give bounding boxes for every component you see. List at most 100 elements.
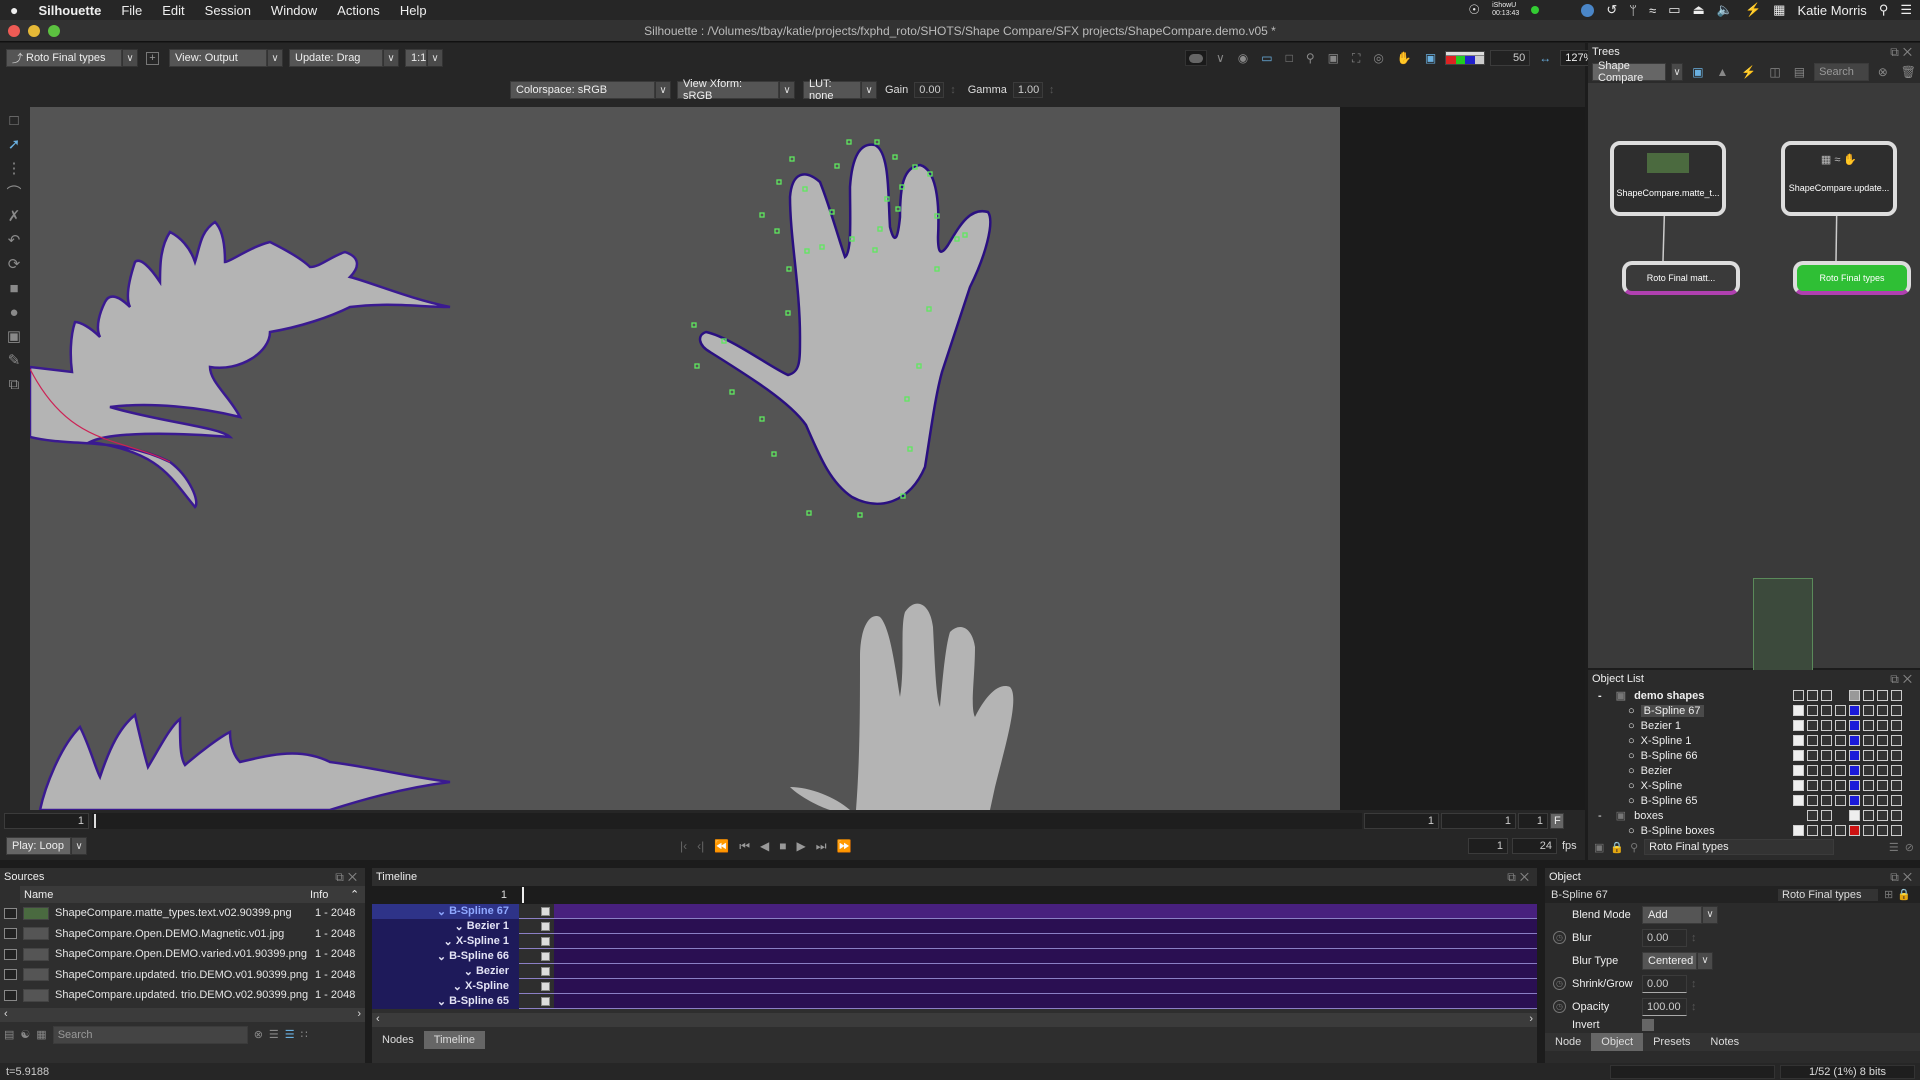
tree-node-source[interactable]: ShapeCompare.matte_t... — [1610, 141, 1726, 216]
object-row[interactable]: ○ B-Spline boxes — [1588, 823, 1920, 838]
add-node-button[interactable]: + — [146, 51, 159, 65]
battery-icon[interactable]: ⚡ — [1745, 2, 1761, 18]
timeline-playhead[interactable] — [522, 887, 524, 903]
invert-checkbox[interactable] — [1642, 1019, 1654, 1031]
go-to-start-icon[interactable]: ⏪ — [714, 839, 729, 854]
ellipse-tool-icon[interactable]: ● — [3, 301, 25, 323]
viewer-canvas[interactable] — [30, 107, 1340, 810]
add-layer-icon[interactable]: ▣ — [1594, 841, 1604, 854]
animate-clock-icon[interactable]: ◷ — [1553, 977, 1566, 990]
layers-tool-icon[interactable]: ⧉ — [3, 373, 25, 395]
object-row[interactable]: ○ X-Spline — [1588, 778, 1920, 793]
add-object-icon[interactable]: ☰ — [1889, 841, 1899, 854]
panel-float-close-icon[interactable]: ⧉✕ — [1890, 672, 1916, 687]
disable-icon[interactable]: ⊘ — [1905, 841, 1914, 854]
menu-help[interactable]: Help — [390, 3, 437, 18]
eject-icon[interactable]: ⏏ — [1692, 2, 1704, 18]
step-forward-icon[interactable]: ⏭ — [816, 839, 827, 854]
clip-edit-tool-icon[interactable]: ✎ — [3, 349, 25, 371]
menu-window[interactable]: Window — [261, 3, 327, 18]
region-tool-icon[interactable]: ▣ — [3, 325, 25, 347]
collapse-icon[interactable]: - — [1598, 810, 1602, 822]
update-dropdown[interactable]: Update: Drag — [289, 49, 383, 67]
range-length-field[interactable]: 1 — [1518, 813, 1548, 829]
frame-mode-button[interactable]: F — [1550, 813, 1564, 829]
lut-dropdown[interactable]: LUT: none — [803, 78, 861, 102]
shrink-grow-stepper-icon[interactable]: ↕ — [1691, 978, 1697, 990]
animate-clock-icon[interactable]: ◷ — [1553, 931, 1566, 944]
blur-stepper-icon[interactable]: ↕ — [1691, 932, 1697, 944]
panel-float-close-icon[interactable]: ⧉✕ — [1507, 870, 1533, 885]
reshape-tool-icon[interactable]: ⋮ — [3, 157, 25, 179]
creative-cloud-icon[interactable]: ☉ — [1468, 2, 1480, 18]
spotlight-icon[interactable]: ⚲ — [1879, 2, 1889, 18]
blend-mode-chevron-icon[interactable]: ∨ — [1702, 905, 1718, 924]
play-backward-icon[interactable]: ◀ — [760, 839, 769, 854]
rectangle-tool-icon[interactable]: ■ — [3, 277, 25, 299]
object-node-field[interactable]: Roto Final types — [1778, 888, 1878, 901]
scroll-right-icon[interactable]: › — [1529, 1013, 1533, 1027]
lightning-icon[interactable]: ⚡ — [1741, 65, 1756, 79]
object-row-selected[interactable]: ○ B-Spline 67 — [1588, 703, 1920, 718]
step-back-icon[interactable]: ⏮ — [739, 839, 750, 854]
object-attribute-icons[interactable] — [1793, 750, 1902, 761]
link-icon[interactable]: ☯ — [20, 1028, 30, 1041]
object-attribute-icons[interactable] — [1793, 780, 1902, 791]
timeline-row[interactable]: ⌄ B-Spline 65 — [372, 993, 1537, 1009]
timeline-row[interactable]: ⌄ X-Spline — [372, 978, 1537, 994]
transform-tool-icon[interactable]: □ — [3, 109, 25, 131]
tree-select-dropdown[interactable]: Shape Compare — [1592, 60, 1666, 84]
user-name[interactable]: Katie Morris — [1797, 3, 1866, 18]
opacity-stepper-icon[interactable]: ↕ — [1691, 1001, 1697, 1013]
object-name-field[interactable]: B-Spline 67 — [1545, 889, 1778, 901]
bspline-tool-icon[interactable]: ⌒ — [3, 181, 25, 203]
clear-search-icon[interactable]: ⊗ — [1878, 65, 1888, 79]
source-checkbox[interactable] — [4, 928, 17, 940]
save-icon[interactable]: ▤ — [1794, 65, 1805, 79]
folder-icon[interactable]: ◫ — [1769, 65, 1780, 79]
lock-icon[interactable]: 🔒 — [1610, 841, 1624, 854]
object-attribute-icons[interactable] — [1793, 735, 1902, 746]
step-field[interactable]: 1 — [1468, 838, 1508, 854]
object-row[interactable]: ○ B-Spline 66 — [1588, 748, 1920, 763]
tree-node-source[interactable]: ▦ ≈ ✋ ShapeCompare.update... — [1781, 141, 1897, 216]
menu-file[interactable]: File — [111, 3, 152, 18]
node-graph[interactable]: ShapeCompare.matte_t... ▦ ≈ ✋ ShapeCompa… — [1588, 83, 1920, 678]
object-row[interactable]: ○ Bezier — [1588, 763, 1920, 778]
prev-keyframe-icon[interactable]: ‹| — [697, 839, 704, 854]
fit-width-icon[interactable]: ↔ — [1539, 51, 1551, 65]
trees-search-input[interactable]: Search — [1814, 63, 1869, 81]
source-row[interactable]: ShapeCompare.matte_types.text.v02.90399.… — [0, 903, 365, 924]
time-machine-icon[interactable]: ↺ — [1606, 2, 1617, 18]
play-forward-icon[interactable]: ▶ — [797, 839, 806, 854]
volume-icon[interactable]: 🔈 — [1717, 2, 1733, 18]
timeline-keyframe-box[interactable] — [541, 951, 550, 961]
panel-float-close-icon[interactable]: ⧉✕ — [1890, 870, 1916, 885]
menu-actions[interactable]: Actions — [327, 3, 390, 18]
object-attribute-icons[interactable] — [1793, 705, 1902, 716]
play-mode-chevron-icon[interactable]: ∨ — [71, 837, 87, 855]
view-xform-dropdown[interactable]: View Xform: sRGB — [677, 78, 779, 102]
current-frame-field[interactable]: 1 — [4, 813, 89, 829]
import-icon[interactable]: ▤ — [4, 1028, 14, 1041]
blue-circle-icon[interactable] — [1581, 3, 1595, 17]
notification-center-icon[interactable]: ☰ — [1900, 2, 1912, 18]
source-row[interactable]: ShapeCompare.updated. trio.DEMO.v02.9039… — [0, 985, 365, 1006]
object-group-row[interactable]: - ▣ demo shapes — [1588, 688, 1920, 703]
leaf-shape-bottom[interactable] — [38, 712, 451, 810]
zoom-magnifier-icon[interactable]: ⚲ — [1306, 51, 1315, 65]
source-checkbox[interactable] — [4, 969, 17, 981]
center-target-icon[interactable]: ◎ — [1373, 51, 1383, 65]
add-column-icon[interactable]: ▦ — [36, 1028, 46, 1041]
bluetooth-icon[interactable]: ᛘ — [1629, 3, 1637, 18]
region-icon[interactable]: ▣ — [1328, 51, 1339, 65]
blur-field[interactable]: 0.00 — [1642, 928, 1687, 947]
apple-icon[interactable]: ● — [0, 2, 28, 18]
shrink-grow-field[interactable]: 0.00 — [1642, 974, 1687, 993]
list-view-icon[interactable]: ☰ — [269, 1028, 279, 1041]
timeline-bar[interactable] — [554, 964, 1537, 978]
timeline-keyframe-box[interactable] — [541, 966, 550, 976]
xspline-tool-icon[interactable]: ✗ — [3, 205, 25, 227]
timeline-row[interactable]: ⌄ Bezier 1 — [372, 918, 1537, 934]
tab-presets[interactable]: Presets — [1643, 1033, 1700, 1051]
